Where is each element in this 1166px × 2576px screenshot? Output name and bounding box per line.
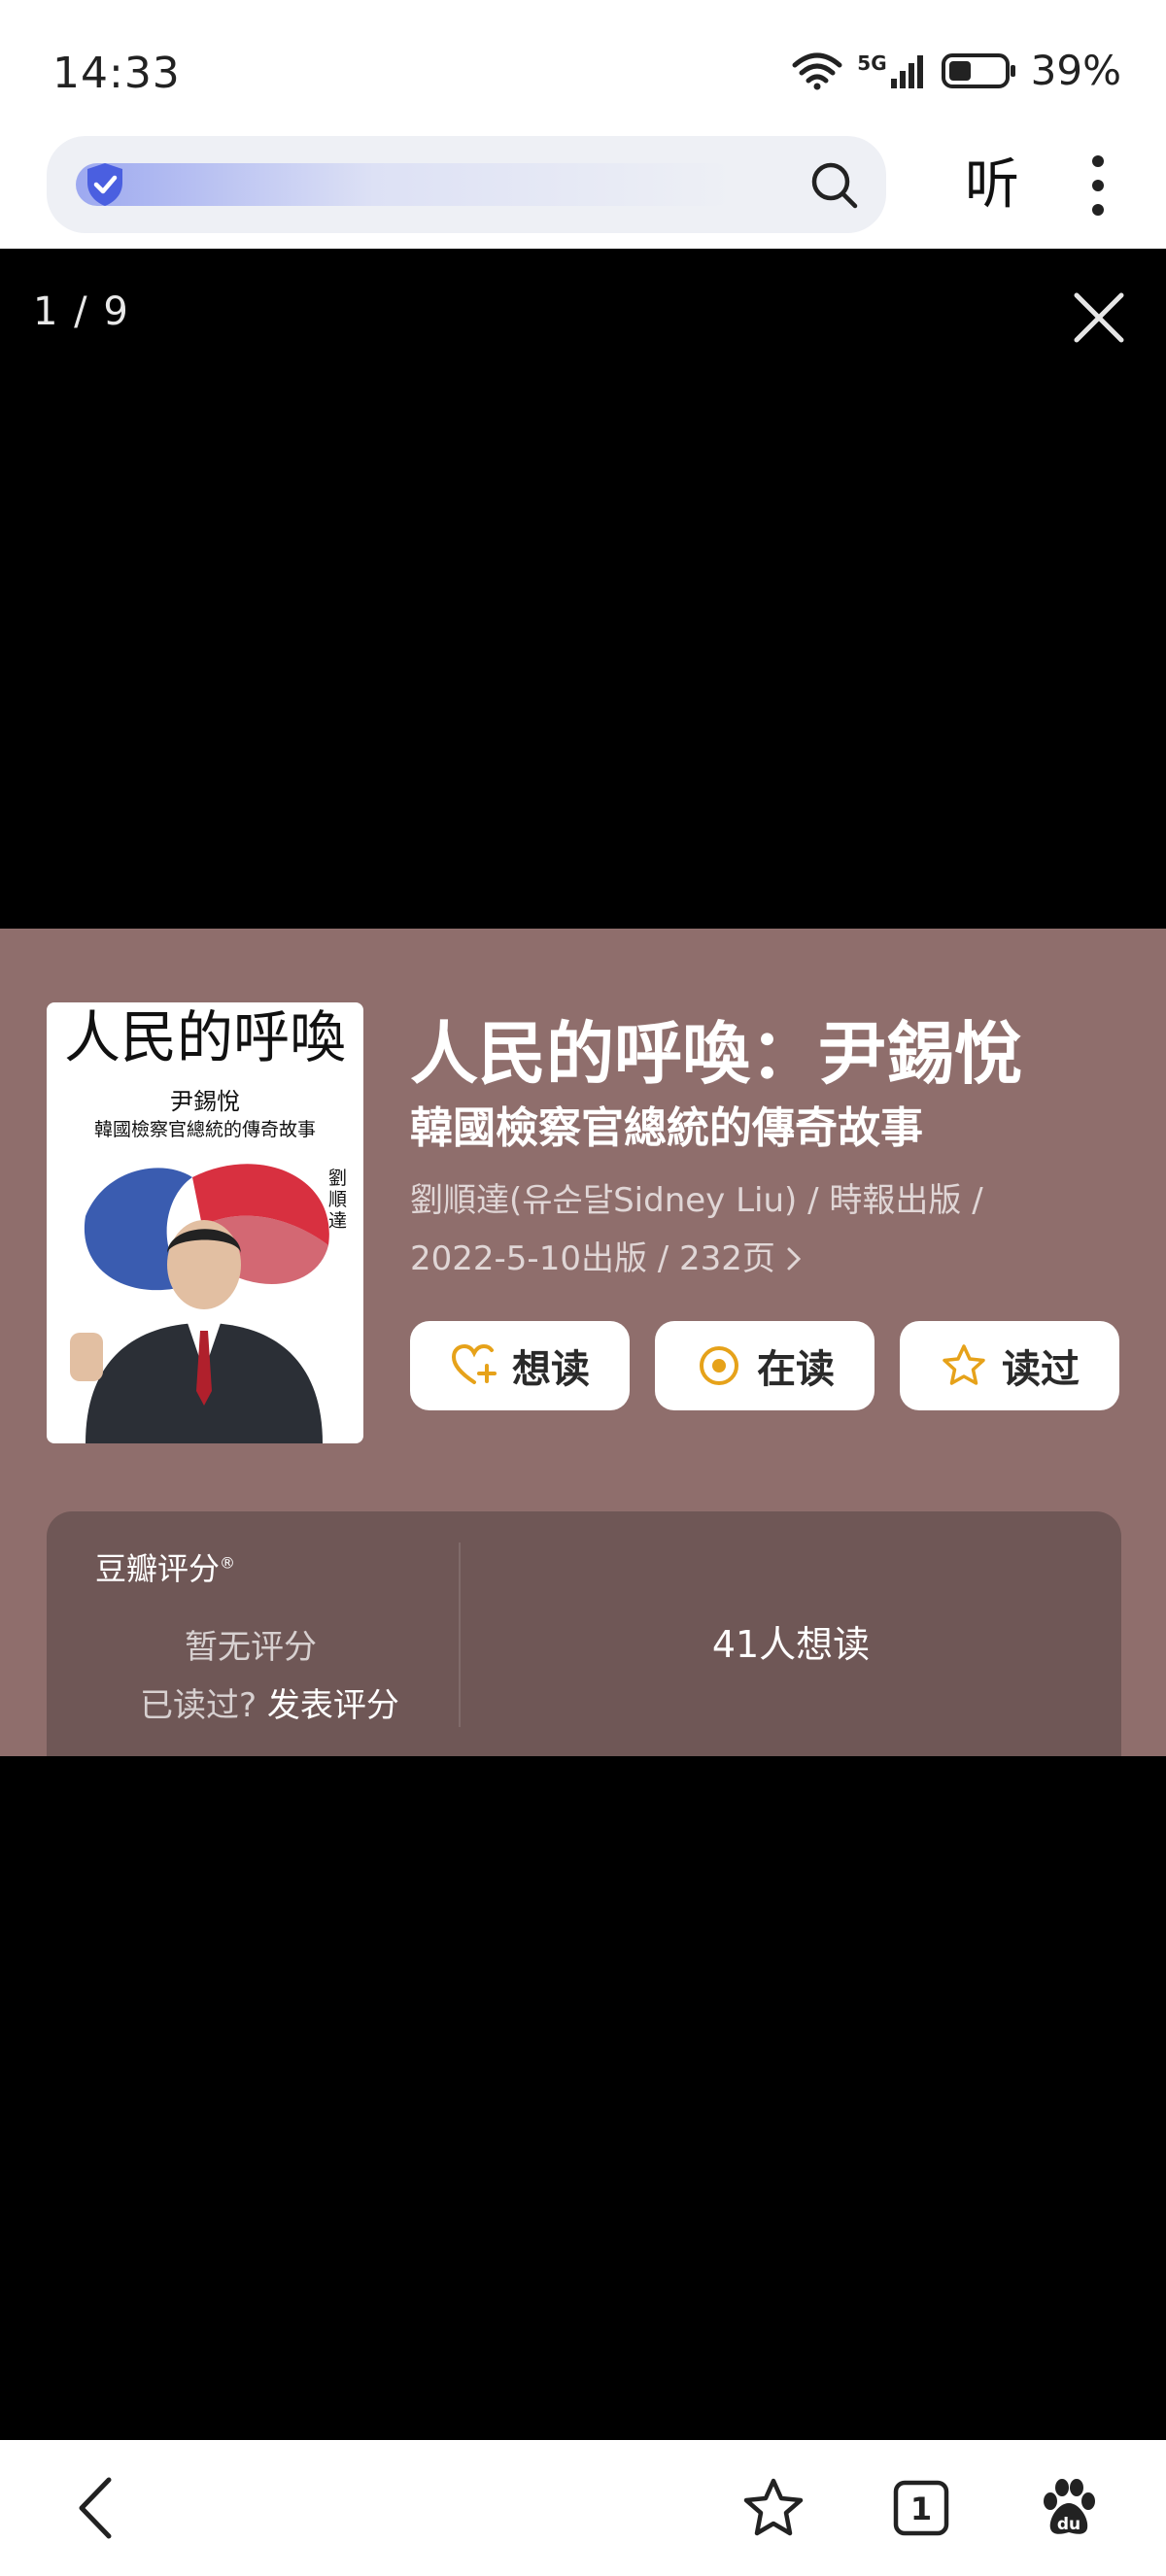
status-time: 14:33 — [52, 49, 181, 98]
read-prompt-text: 已读过? — [140, 1686, 257, 1725]
image-viewer: 1 / 9 人民的呼喚 尹錫悅 韓國檢察官總統的傳奇故事 劉順達 人民的呼喚：尹… — [0, 249, 1166, 2440]
battery-percent: 39% — [1030, 47, 1121, 94]
network-type: 5G — [857, 51, 887, 75]
svg-text:1: 1 — [910, 2491, 932, 2527]
bottom-navigation: 1 du — [0, 2440, 1166, 2576]
bookmark-button[interactable] — [735, 2469, 812, 2547]
signal-indicator: 5G — [857, 51, 927, 90]
listen-button[interactable]: 听 — [948, 142, 1036, 229]
read-prompt: 已读过? 发表评分 — [140, 1678, 399, 1726]
battery-icon — [941, 52, 1015, 88]
svg-text:du: du — [1057, 2515, 1080, 2534]
address-bar[interactable] — [47, 136, 886, 233]
no-rating-text: 暂无评分 — [185, 1628, 317, 1667]
search-icon[interactable] — [808, 159, 859, 210]
wifi-icon — [792, 52, 842, 89]
shield-check-icon — [87, 163, 122, 206]
rating-section: 豆瓣评分® 暂无评分 已读过? 发表评分 41人想读 — [0, 1511, 1166, 1756]
want-to-read-count: 41人想读 — [711, 1623, 871, 1666]
douban-rating-title-text: 豆瓣评分 — [95, 1550, 221, 1587]
browser-toolbar: 听 — [0, 136, 1166, 249]
registered-mark: ® — [220, 1553, 236, 1573]
star-outline-icon — [743, 2478, 804, 2536]
baidu-home-button[interactable]: du — [1030, 2469, 1108, 2547]
douban-rating-title: 豆瓣评分® — [95, 1544, 235, 1589]
chevron-left-icon — [79, 2477, 112, 2539]
tabs-button[interactable]: 1 — [882, 2469, 960, 2547]
status-icons: 5G 39% — [791, 47, 1121, 94]
image-counter: 1 / 9 — [33, 289, 130, 334]
status-bar: 14:33 5G 39% — [0, 0, 1166, 136]
back-button[interactable] — [56, 2469, 134, 2547]
close-icon[interactable] — [1069, 288, 1129, 348]
tabs-count-icon: 1 — [893, 2480, 949, 2536]
page-load-progress — [76, 163, 737, 206]
baidu-paw-icon: du — [1044, 2479, 1095, 2534]
publish-rating-link[interactable]: 发表评分 — [267, 1686, 399, 1725]
more-menu-icon[interactable] — [1069, 153, 1127, 218]
rating-panel-bg: 豆瓣评分® 暂无评分 已读过? 发表评分 41人想读 — [47, 1511, 1121, 1756]
signal-icon — [890, 54, 923, 88]
